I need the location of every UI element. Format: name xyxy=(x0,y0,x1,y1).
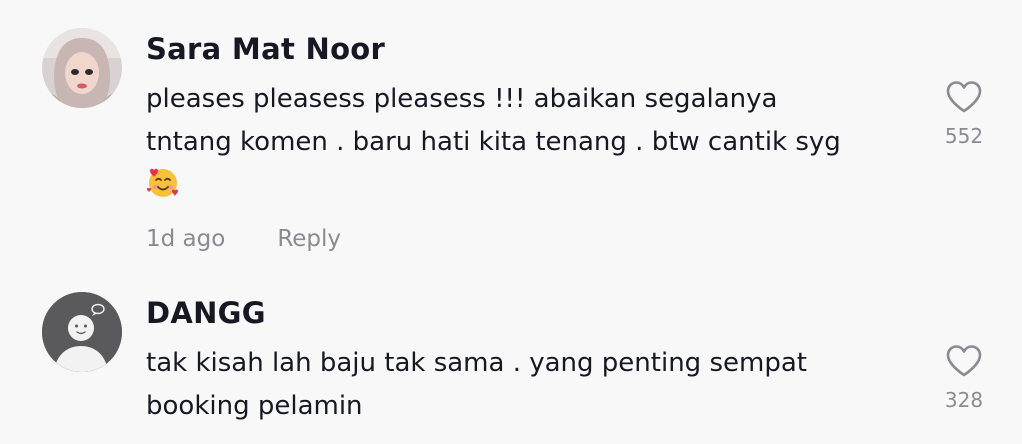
heart-icon[interactable] xyxy=(945,344,983,378)
comment-username[interactable]: DANGG xyxy=(146,296,266,330)
avatar[interactable] xyxy=(42,292,122,372)
like-count: 328 xyxy=(944,388,984,412)
comment-text-line: booking pelamin xyxy=(146,391,363,421)
comment-item: DANGG tak kisah lah baju tak sama . yang… xyxy=(0,0,1022,444)
default-avatar-icon xyxy=(42,292,122,372)
comment-text-line: tak kisah lah baju tak sama . yang penti… xyxy=(146,348,807,378)
like-button[interactable]: 328 xyxy=(936,344,992,412)
comment-text: tak kisah lah baju tak sama . yang penti… xyxy=(146,342,906,428)
